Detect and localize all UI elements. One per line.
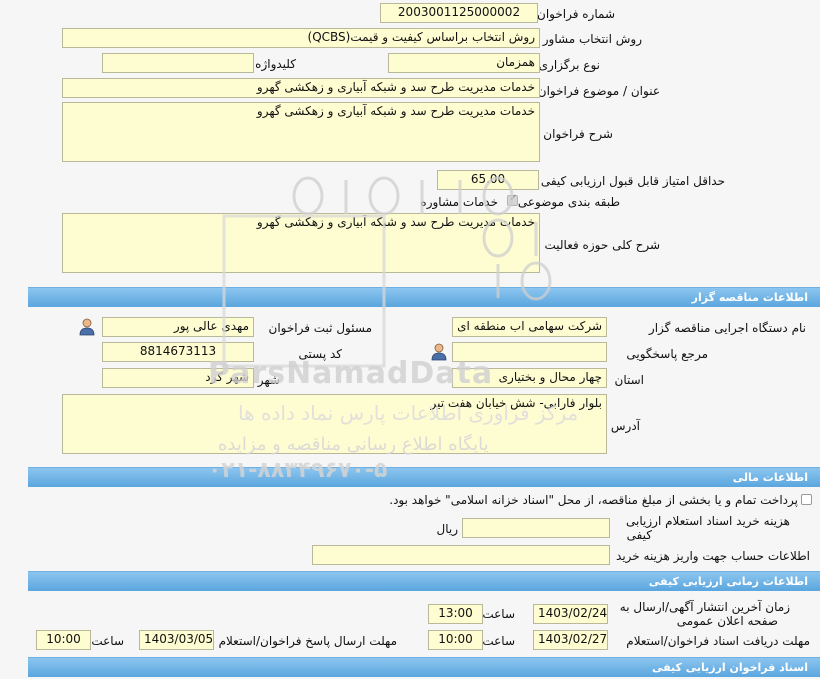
subject-label: عنوان / موضوع فراخوان bbox=[537, 84, 660, 98]
holding-type-label: نوع برگزاری bbox=[538, 58, 600, 72]
financial-section-header: اطلاعات مالی bbox=[28, 467, 820, 487]
description-label: شرح فراخوان bbox=[543, 127, 613, 141]
publish-time-label: ساعت bbox=[482, 607, 515, 621]
publish-label-line2: صفحه اعلان عمومی bbox=[676, 614, 778, 628]
fee-label-line2: کیفی bbox=[626, 528, 652, 542]
doc-deadline-time-label: ساعت bbox=[482, 634, 515, 648]
response-deadline-time-field[interactable]: 10:00 bbox=[36, 630, 91, 650]
fee-unit: ریال bbox=[436, 522, 458, 536]
activity-scope-label: شرح کلی حوزه فعالیت bbox=[544, 238, 661, 252]
subject-category-option: خدمات مشاوره bbox=[420, 195, 498, 209]
subject-category-label: طبقه بندی موضوعی bbox=[517, 195, 620, 209]
publish-date-field[interactable]: 1403/02/24 bbox=[533, 604, 608, 624]
consultant-method-field[interactable]: روش انتخاب براساس کیفیت و قیمت(QCBS) bbox=[62, 28, 540, 48]
doc-deadline-label: مهلت دریافت اسناد فراخوان/استعلام bbox=[626, 634, 810, 648]
min-quality-score-field[interactable]: 65.00 bbox=[437, 170, 539, 190]
keyword-label: کلیدواژه bbox=[255, 57, 296, 71]
holding-type-field[interactable]: همزمان bbox=[388, 53, 540, 73]
response-deadline-label: مهلت ارسال پاسخ فراخوان/استعلام bbox=[218, 634, 397, 648]
response-ref-field[interactable] bbox=[452, 342, 607, 362]
min-quality-score-label: حداقل امتیاز قابل قبول ارزیابی کیفی bbox=[540, 174, 725, 188]
address-label: آدرس bbox=[610, 419, 640, 433]
subject-field[interactable]: خدمات مدیریت طرح سد و شبکه آبیاری و زهکش… bbox=[62, 78, 540, 98]
fee-field[interactable] bbox=[462, 518, 610, 538]
province-field[interactable]: چهار محال و بختیاری bbox=[452, 368, 607, 388]
consultant-method-label: روش انتخاب مشاور bbox=[542, 32, 642, 46]
address-textarea[interactable]: بلوار فارابی- شش خیابان هفت تیر bbox=[62, 394, 607, 454]
response-ref-label: مرجع پاسخگویی bbox=[626, 347, 708, 361]
activity-scope-textarea[interactable]: خدمات مدیریت طرح سد و شبکه آبیاری و زهکش… bbox=[62, 213, 540, 273]
response-deadline-date-field[interactable]: 1403/03/05 bbox=[139, 630, 214, 650]
account-field[interactable] bbox=[312, 545, 610, 565]
response-deadline-time-label: ساعت bbox=[91, 634, 124, 648]
tender-number-label: شماره فراخوان bbox=[537, 7, 615, 21]
city-field[interactable]: شهر کرد bbox=[102, 368, 254, 388]
city-label: شهر bbox=[257, 373, 280, 387]
registrar-label: مسئول ثبت فراخوان bbox=[268, 321, 373, 335]
registrar-field[interactable]: مهدی عالی پور bbox=[102, 317, 254, 337]
user-icon[interactable] bbox=[78, 318, 96, 336]
doc-deadline-time-field[interactable]: 10:00 bbox=[428, 630, 483, 650]
treasury-text: پرداخت تمام و یا بخشی از مبلغ مناقصه، از… bbox=[389, 493, 798, 507]
province-label: استان bbox=[614, 373, 644, 387]
fee-label-line1: هزینه خرید اسناد استعلام ارزیابی bbox=[626, 514, 790, 528]
schedule-section-header: اطلاعات زمانی ارزیابی کیفی bbox=[28, 571, 820, 591]
treasury-checkbox[interactable] bbox=[801, 494, 812, 505]
organizer-section-header: اطلاعات مناقصه گزار bbox=[28, 287, 820, 307]
postal-code-label: کد پستی bbox=[298, 347, 343, 361]
postal-code-field[interactable]: 8814673113 bbox=[102, 342, 254, 362]
agency-label: نام دستگاه اجرایی مناقصه گزار bbox=[648, 321, 806, 335]
tender-number-field[interactable]: 2003001125000002 bbox=[380, 3, 538, 23]
account-label: اطلاعات حساب جهت واریز هزینه خرید bbox=[616, 549, 810, 563]
description-textarea[interactable]: خدمات مدیریت طرح سد و شبکه آبیاری و زهکش… bbox=[62, 102, 540, 162]
response-ref-user-icon[interactable] bbox=[430, 343, 448, 361]
publish-time-field[interactable]: 13:00 bbox=[428, 604, 483, 624]
documents-section-header: اسناد فراخوان ارزیابی کیفی bbox=[28, 657, 820, 677]
keyword-field[interactable] bbox=[102, 53, 254, 73]
agency-field[interactable]: شرکت سهامی اب منطقه ای bbox=[452, 317, 607, 337]
doc-deadline-date-field[interactable]: 1403/02/27 bbox=[533, 630, 608, 650]
subject-category-checkbox[interactable] bbox=[507, 193, 518, 206]
publish-label-line1: زمان آخرین انتشار آگهی/ارسال به bbox=[619, 600, 790, 614]
